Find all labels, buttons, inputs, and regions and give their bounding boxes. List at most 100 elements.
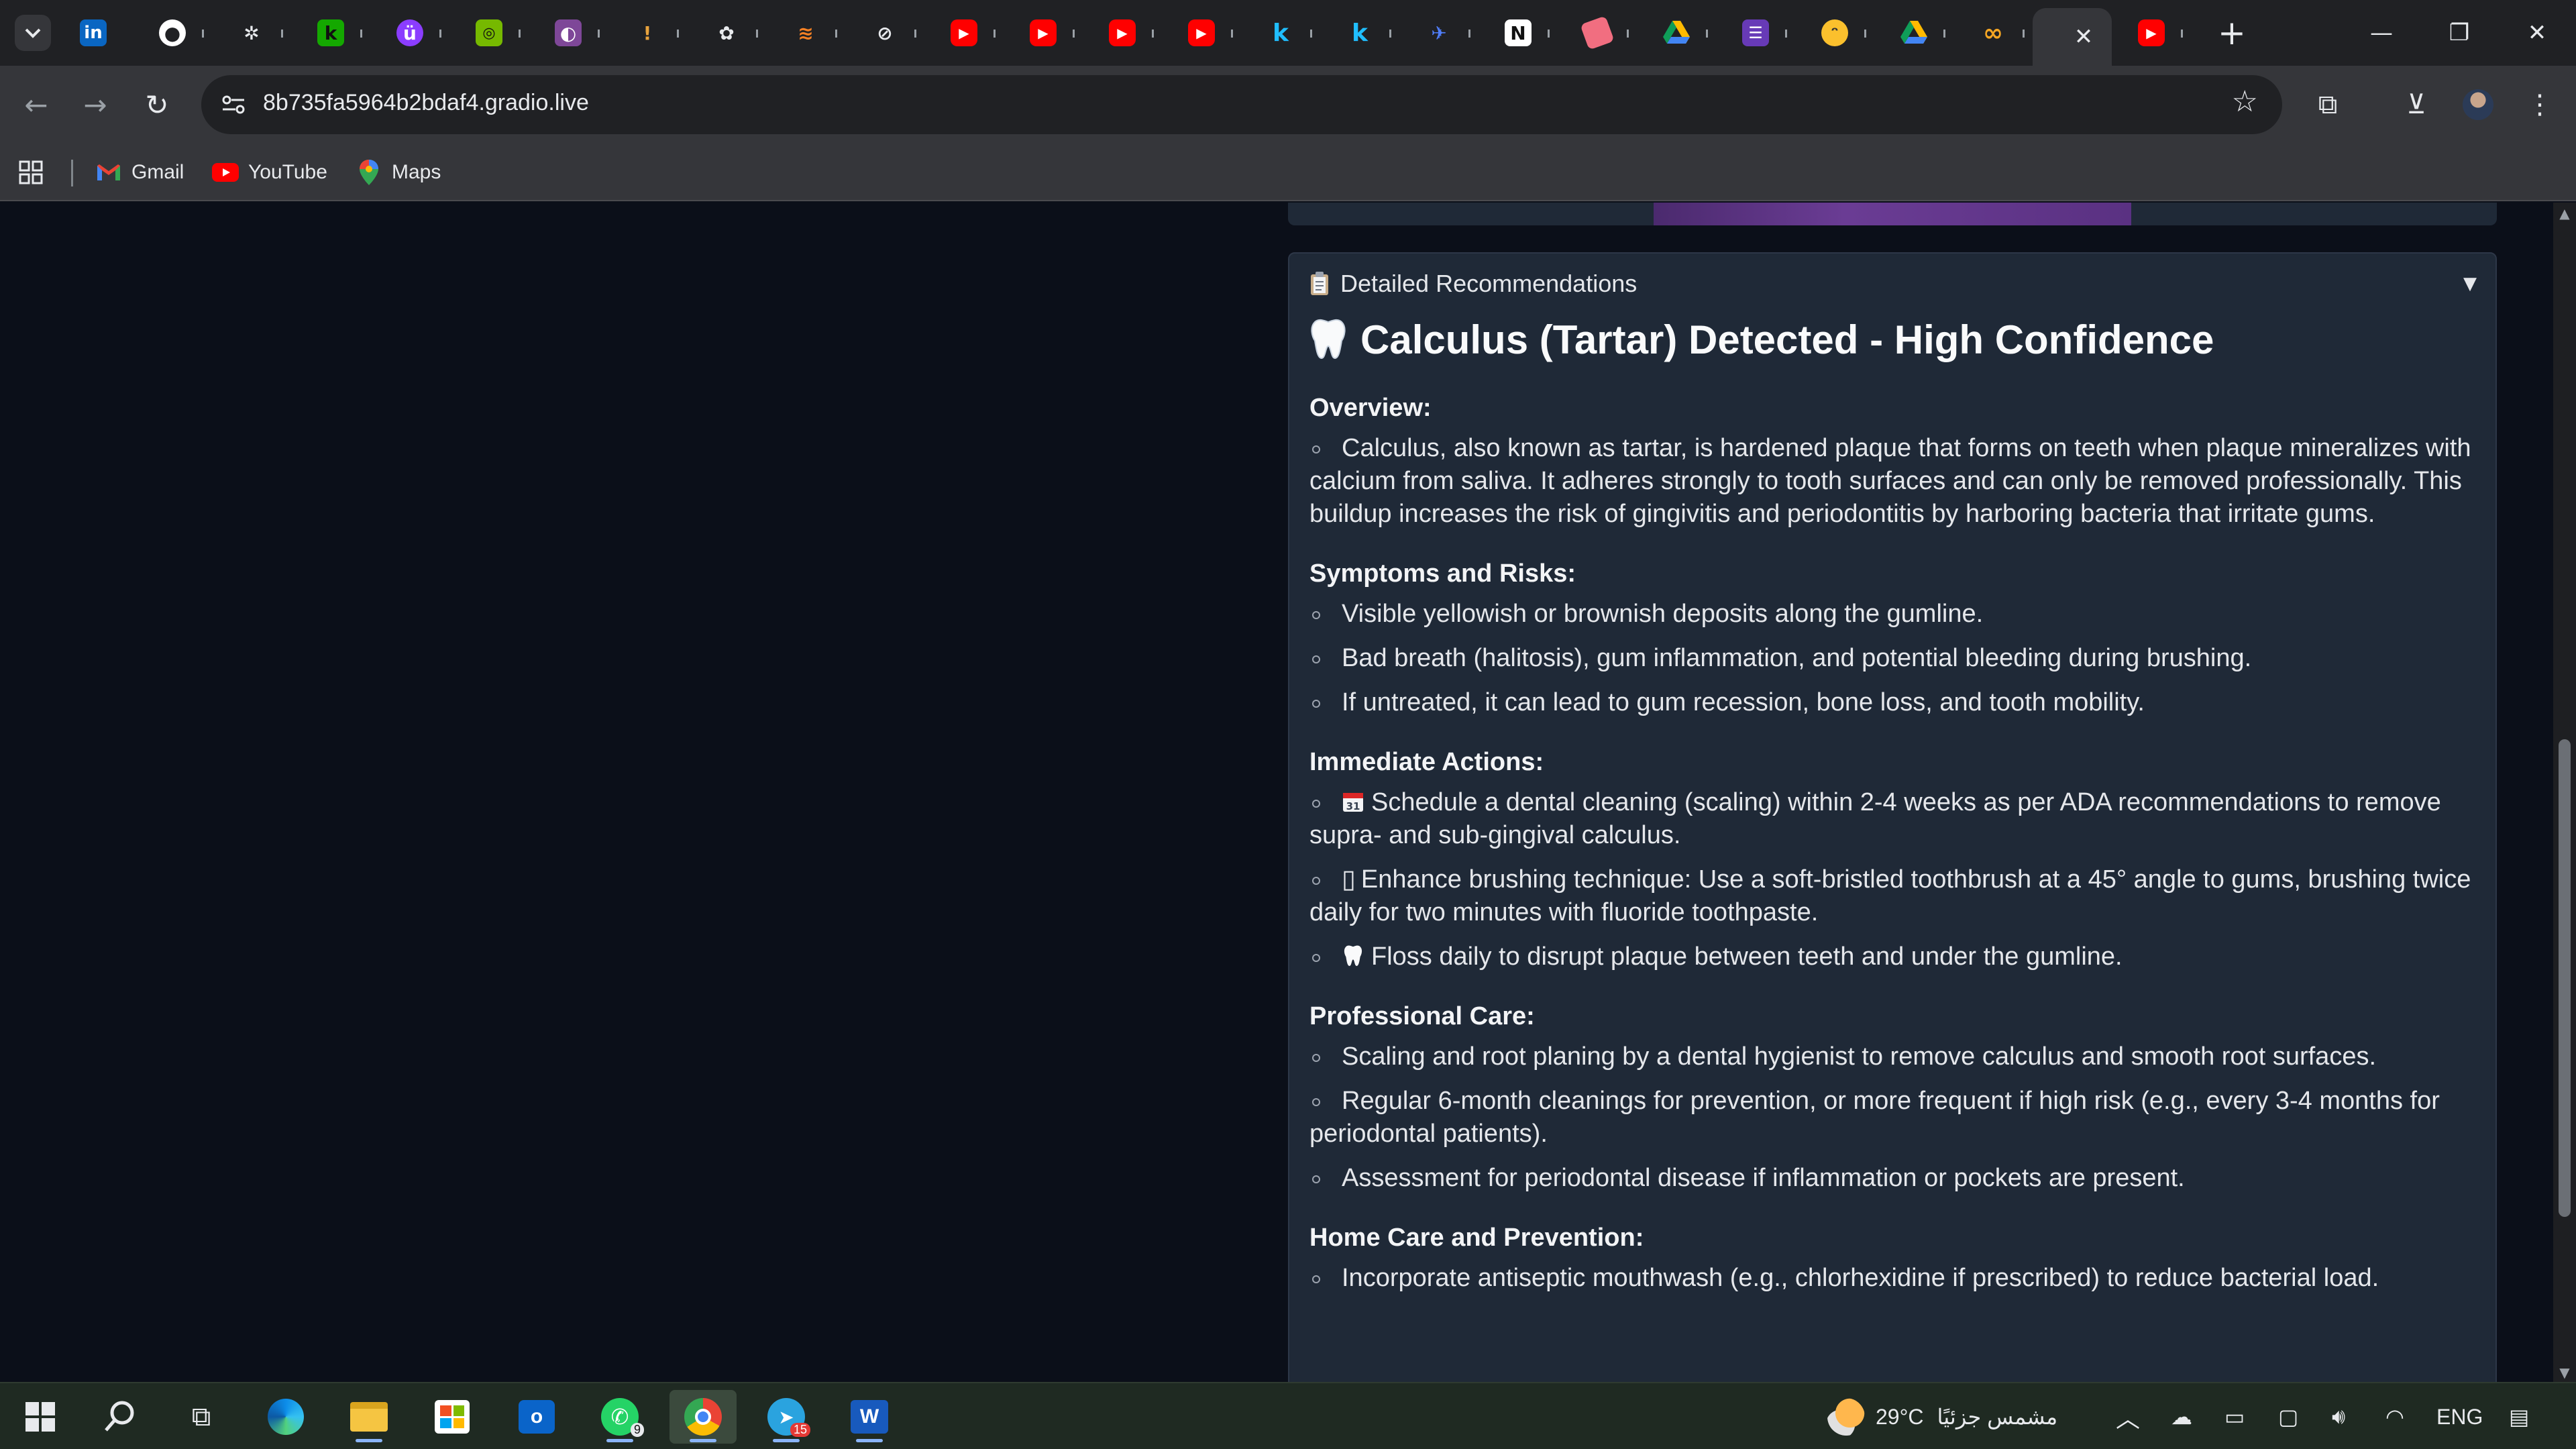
taskbar-word[interactable]: W <box>836 1390 903 1444</box>
weather-temp: 29°C <box>1876 1404 1924 1429</box>
tab-youtube-5[interactable]: ▶ <box>2112 0 2191 66</box>
restore-button[interactable]: ❐ <box>2420 0 2498 66</box>
scroll-up-icon[interactable]: ▲ <box>2557 205 2572 221</box>
start-button[interactable] <box>7 1390 74 1444</box>
taskbar-file-explorer[interactable] <box>335 1390 402 1444</box>
download-icon: ⊻ <box>2406 89 2426 120</box>
tab-torch[interactable]: ǃ <box>608 0 687 66</box>
url-text[interactable]: 8b735fa5964b2bdaf4.gradio.live <box>263 90 589 116</box>
bookmark-maps[interactable]: Maps <box>356 156 441 189</box>
tab-drive-2[interactable] <box>1874 0 1953 66</box>
chevron-down-icon <box>25 28 41 38</box>
purple-app-icon: ü <box>396 19 423 46</box>
downloads-button[interactable]: ⊻ <box>2394 82 2439 127</box>
tab-no-sign[interactable]: ⊘ <box>845 0 924 66</box>
taskbar-outlook[interactable]: o <box>503 1390 570 1444</box>
tab-face[interactable]: ᵔ <box>1795 0 1874 66</box>
taskbar-store[interactable] <box>419 1390 486 1444</box>
overview-text: Calculus, also known as tartar, is harde… <box>1309 434 2471 528</box>
diagnosis-title: Calculus (Tartar) Detected - High Confid… <box>1360 317 2214 362</box>
scroll-down-icon[interactable]: ▼ <box>2557 1364 2572 1381</box>
tab-search-button[interactable] <box>15 15 51 51</box>
tab-drive-1[interactable] <box>1637 0 1716 66</box>
tab-stack[interactable]: ≋ <box>766 0 845 66</box>
battery-status[interactable]: ▭ <box>2224 1383 2245 1449</box>
tab-linkedin[interactable]: in <box>54 0 133 66</box>
tab-youtube-3[interactable]: ▶ <box>1083 0 1162 66</box>
loading-icon <box>2051 23 2058 50</box>
weather-widget[interactable]: 29°C مشمس جزئيًا <box>1827 1383 2057 1449</box>
wifi-button[interactable]: ◠ <box>2385 1383 2404 1449</box>
search-button[interactable] <box>86 1390 153 1444</box>
bookmark-youtube[interactable]: YouTube <box>212 156 327 189</box>
site-info-button[interactable] <box>216 87 251 122</box>
tab-nvidia[interactable]: ◎ <box>449 0 529 66</box>
task-view-button[interactable]: ⧉ <box>168 1390 235 1444</box>
notifications-button[interactable]: ▤ <box>2509 1383 2529 1449</box>
accordion-header[interactable]: Detailed Recommendations <box>1309 270 1637 298</box>
tab-openai[interactable]: ✿ <box>687 0 766 66</box>
plus-icon: + <box>2218 13 2246 52</box>
weather-sun-cloud-icon <box>1827 1398 1865 1436</box>
back-button[interactable]: ← <box>13 82 59 127</box>
camera-icon: ▢ <box>2278 1405 2299 1429</box>
chrome-menu-button[interactable]: ⋮ <box>2517 82 2563 127</box>
show-hidden-icons-button[interactable]: ︿ <box>2116 1383 2140 1449</box>
browser-toolbar: ← → ↻ 8b735fa5964b2bdaf4.gradio.live ☆ ⧉… <box>0 66 2576 144</box>
reload-button[interactable]: ↻ <box>134 82 180 127</box>
face-icon: ᵔ <box>1821 19 1848 46</box>
tab-kaggle-1[interactable]: k <box>1241 0 1320 66</box>
tab-codeium[interactable]: ✈ <box>1399 0 1479 66</box>
bullet-icon <box>1312 954 1320 962</box>
collapse-triangle-icon[interactable]: ▼ <box>2463 274 2477 294</box>
tab-youtube-1[interactable]: ▶ <box>924 0 1004 66</box>
tab-tor[interactable]: ◐ <box>529 0 608 66</box>
tab-forms[interactable]: ☰ <box>1716 0 1795 66</box>
page-scrollbar[interactable]: ▲ ▼ <box>2553 203 2576 1382</box>
tab-upwork[interactable]: k <box>291 0 370 66</box>
tab-github[interactable]: ● <box>133 0 212 66</box>
tab-youtube-4[interactable]: ▶ <box>1162 0 1241 66</box>
apps-button[interactable] <box>19 156 43 189</box>
volume-button[interactable]: 🔊︎ <box>2332 1383 2345 1449</box>
close-tab-icon[interactable]: ✕ <box>2074 23 2094 50</box>
outlook-icon: o <box>519 1400 555 1434</box>
tab-eraser[interactable] <box>1558 0 1637 66</box>
chevron-up-icon: ︿ <box>2116 1405 2141 1432</box>
extensions-button[interactable]: ⧉ <box>2305 82 2351 127</box>
onedrive-status[interactable]: ☁ <box>2171 1383 2192 1449</box>
search-icon <box>105 1401 134 1432</box>
edge-icon <box>268 1399 304 1435</box>
close-window-button[interactable]: ✕ <box>2498 0 2576 66</box>
tab-bug[interactable]: ✲ <box>212 0 291 66</box>
list-item: Scaling and root planing by a dental hyg… <box>1309 1040 2477 1073</box>
bookmark-label: Gmail <box>131 161 184 183</box>
list-item: Regular 6-month cleanings for prevention… <box>1309 1085 2477 1150</box>
language-indicator[interactable]: ENG <box>2436 1383 2483 1449</box>
bookmark-gmail[interactable]: Gmail <box>95 156 184 189</box>
address-bar[interactable]: 8b735fa5964b2bdaf4.gradio.live ☆ <box>201 75 2282 134</box>
bookmark-star-icon[interactable]: ☆ <box>2232 85 2258 119</box>
bullet-icon <box>1312 1175 1320 1183</box>
new-tab-button[interactable]: + <box>2214 13 2250 52</box>
taskbar-whatsapp[interactable]: ✆ 9 <box>586 1390 653 1444</box>
taskbar-telegram[interactable]: ➤ 15 <box>753 1390 820 1444</box>
tab-coursera[interactable]: ∞ <box>1953 0 2033 66</box>
taskbar-chrome[interactable] <box>669 1390 737 1444</box>
notification-icon: ▤ <box>2509 1405 2530 1429</box>
meet-now[interactable]: ▢ <box>2278 1383 2298 1449</box>
minimize-button[interactable]: — <box>2343 0 2420 66</box>
tab-kaggle-2[interactable]: k <box>1320 0 1399 66</box>
tooth-icon <box>1344 945 1362 966</box>
tab-notion[interactable]: N <box>1479 0 1558 66</box>
tab-youtube-2[interactable]: ▶ <box>1004 0 1083 66</box>
forward-button[interactable]: → <box>72 82 118 127</box>
list-item: If untreated, it can lead to gum recessi… <box>1309 686 2477 719</box>
bullet-icon <box>1312 445 1320 453</box>
profile-button[interactable] <box>2455 82 2501 127</box>
accordion-title: Detailed Recommendations <box>1340 270 1638 297</box>
taskbar-edge[interactable] <box>252 1390 319 1444</box>
scroll-thumb[interactable] <box>2559 739 2571 1217</box>
tab-active-gradio[interactable]: ✕ <box>2033 8 2112 66</box>
tab-purple-app[interactable]: ü <box>370 0 449 66</box>
